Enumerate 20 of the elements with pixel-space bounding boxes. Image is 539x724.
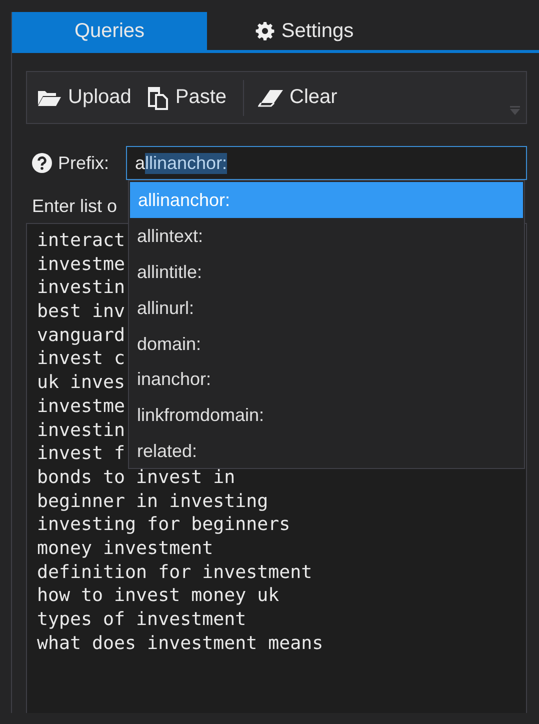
query-line: best inv xyxy=(37,300,126,324)
query-line: invest f xyxy=(37,442,126,466)
query-line: types of investment xyxy=(37,608,246,632)
query-line: invest c xyxy=(37,347,126,372)
query-line: investin xyxy=(37,418,126,442)
query-line: bonds to invest in xyxy=(37,466,236,490)
query-line: interact xyxy=(37,229,126,253)
list-label: Enter list o xyxy=(32,196,118,217)
query-line: beginner in investing xyxy=(37,490,268,514)
query-line: investin xyxy=(37,276,126,300)
query-line: how to invest money uk xyxy=(37,584,280,608)
query-line: vanguard xyxy=(37,324,126,348)
prefix-label: Prefix: xyxy=(58,152,110,174)
query-line: investme xyxy=(37,252,126,276)
query-line: uk inves xyxy=(37,371,126,395)
query-line: what does investment means xyxy=(37,632,324,656)
query-line: definition for investment xyxy=(37,560,312,584)
query-line: investing for beginners xyxy=(37,513,290,537)
query-line: investme xyxy=(37,394,126,418)
query-line: money investment xyxy=(37,536,214,561)
